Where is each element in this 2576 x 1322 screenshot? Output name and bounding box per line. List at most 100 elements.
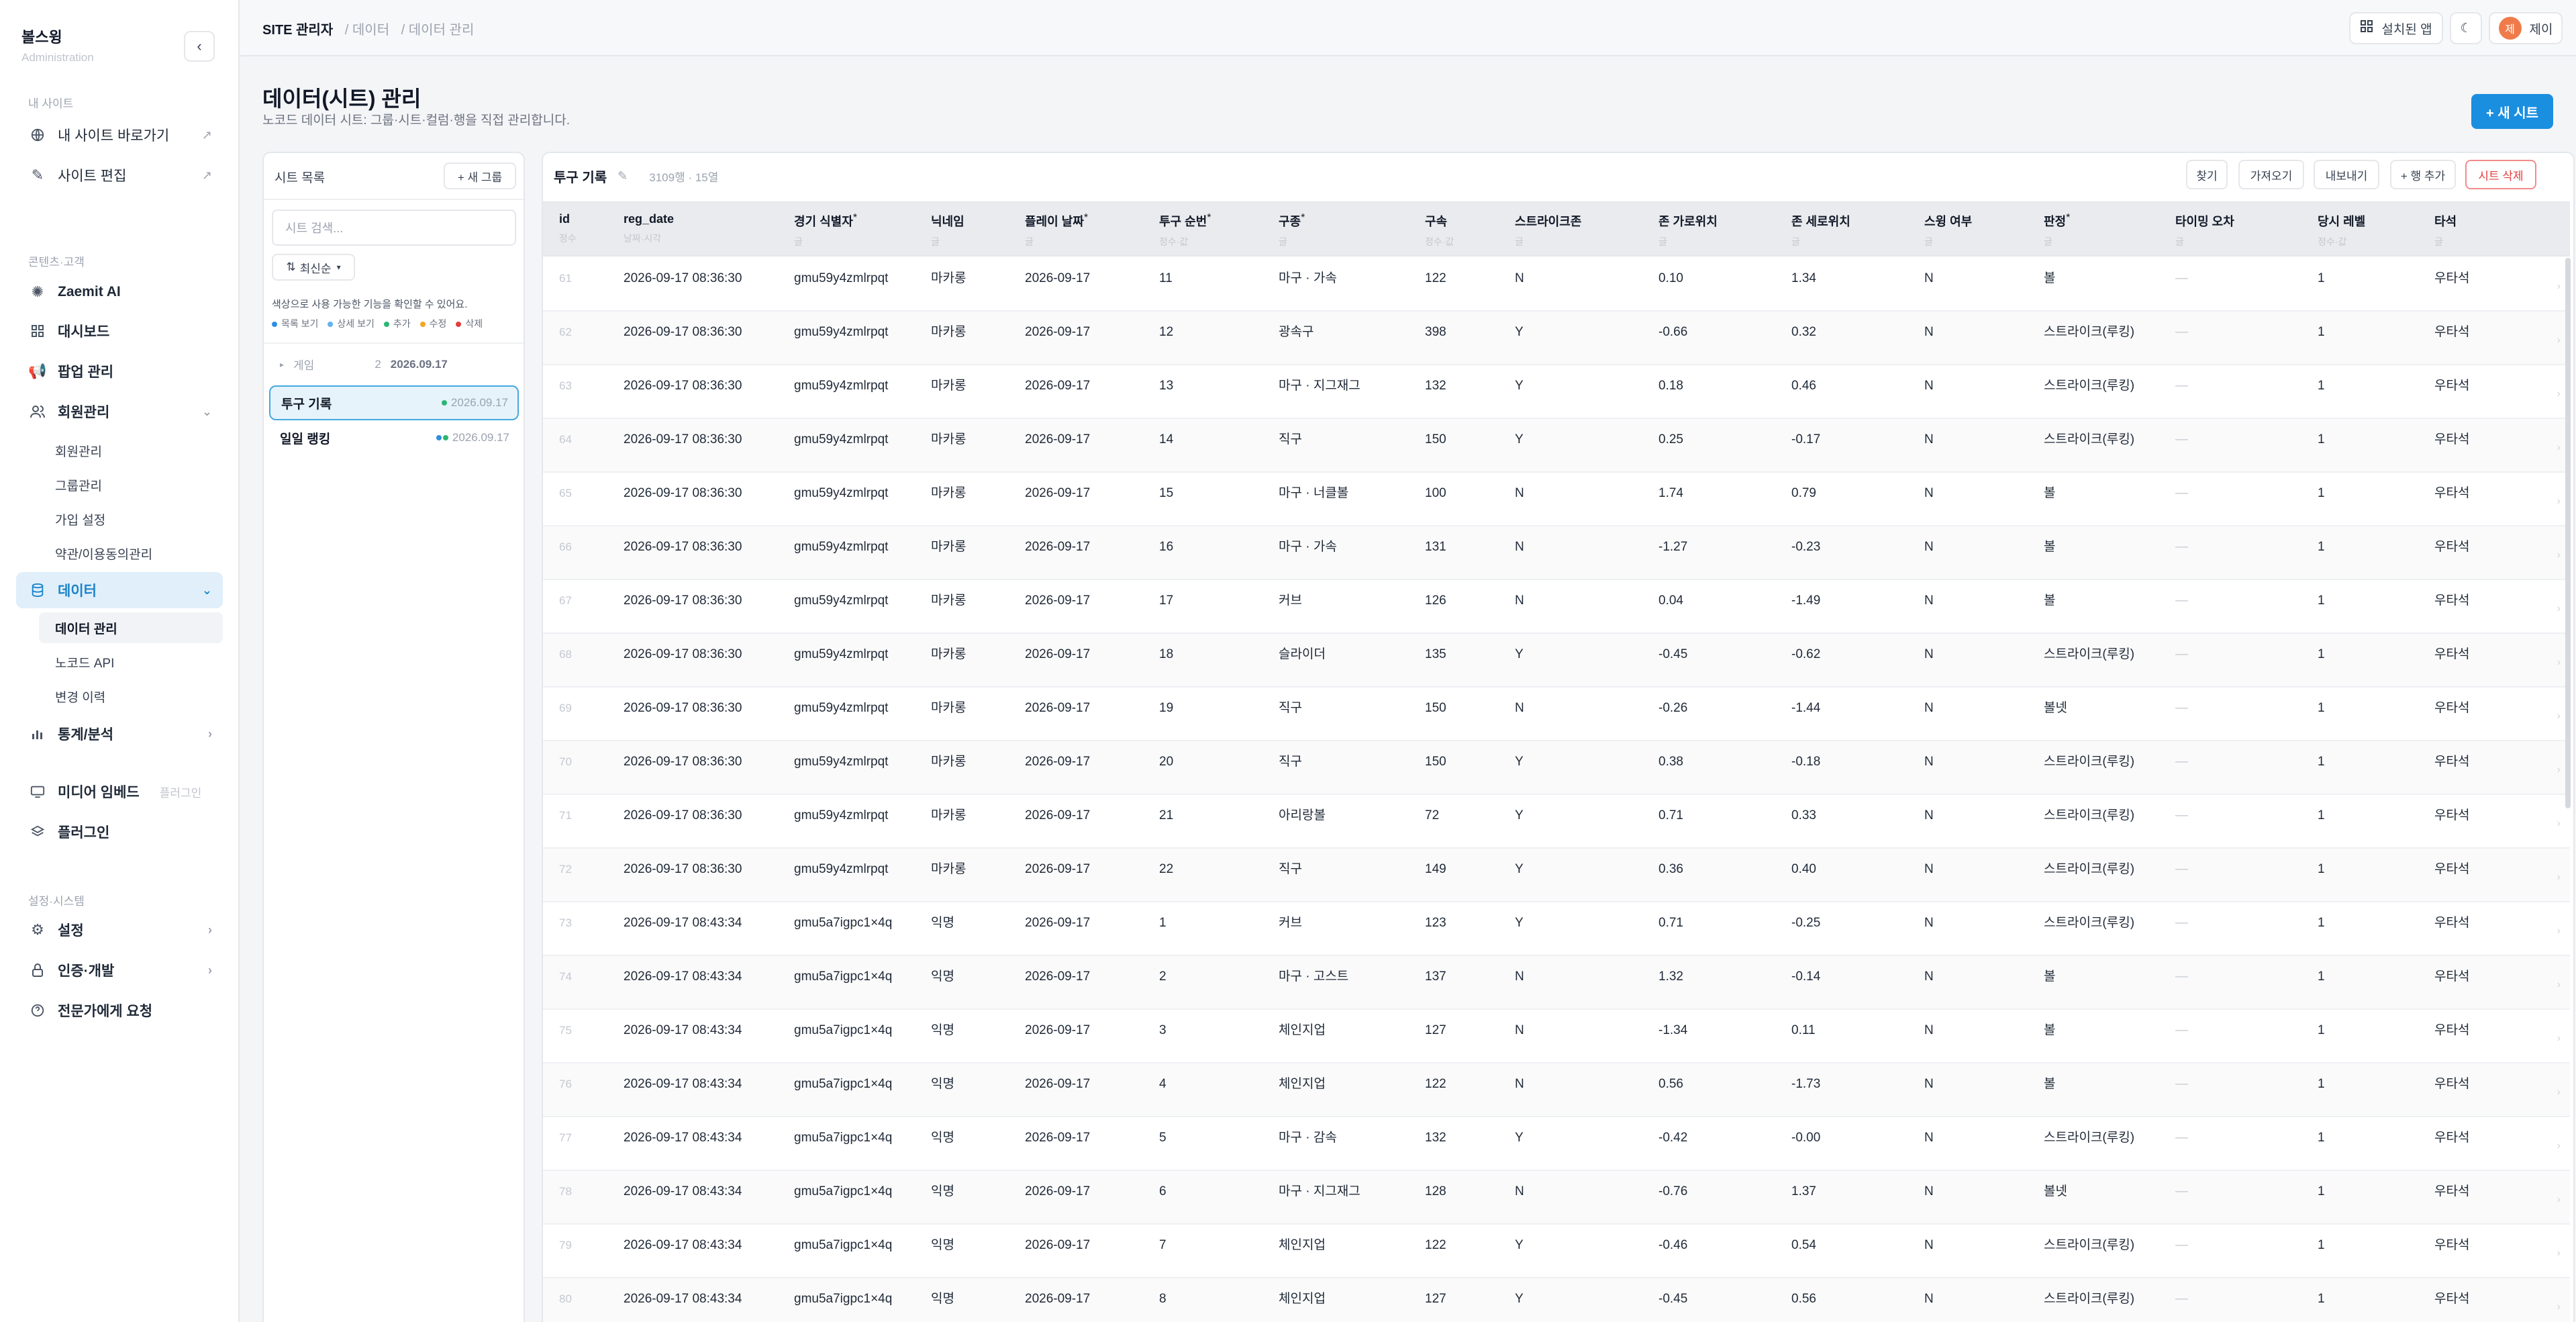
table-cell[interactable]: N (1924, 1289, 1934, 1309)
table-cell[interactable]: 1 (2318, 1074, 2325, 1094)
table-cell[interactable]: 2026-09-17 (1025, 1021, 1090, 1041)
table-cell[interactable]: 398 (1425, 322, 1446, 342)
table-cell[interactable]: 122 (1425, 269, 1446, 289)
table-cell[interactable]: 132 (1425, 1128, 1446, 1148)
table-cell[interactable]: -0.25 (1791, 913, 1820, 933)
table-cell[interactable]: -0.76 (1658, 1182, 1687, 1202)
table-cell[interactable]: 100 (1425, 483, 1446, 504)
table-cell[interactable]: — (2175, 859, 2188, 880)
nav-auth-dev[interactable]: 인증·개발 › (16, 952, 223, 988)
table-cell[interactable]: 2026-09-17 (1025, 859, 1090, 880)
table-cell[interactable]: N (1924, 322, 1934, 342)
breadcrumb-data[interactable]: / 데이터 (345, 23, 389, 38)
table-cell[interactable]: 0.56 (1791, 1289, 1816, 1309)
table-cell[interactable]: 익명 (931, 967, 954, 987)
nav-popup[interactable]: 📢 팝업 관리 (16, 353, 223, 389)
table-cell[interactable]: 마카롱 (931, 322, 966, 342)
table-cell[interactable]: 73 (559, 913, 572, 933)
table-row[interactable]: 62 2026-09-17 08:36:30 gmu59y4zmlrpqt 마카롱 20… (543, 312, 2570, 365)
table-cell[interactable]: 2026-09-17 (1025, 483, 1090, 504)
edit-icon[interactable]: ✎ (617, 169, 628, 183)
table-cell[interactable]: 직구 (1279, 698, 1302, 718)
table-cell[interactable]: 2026-09-17 08:43:34 (624, 967, 742, 987)
table-cell[interactable]: 직구 (1279, 859, 1302, 880)
table-cell[interactable]: 17 (1159, 591, 1173, 611)
table-cell[interactable]: 볼 (2044, 591, 2055, 611)
table-cell[interactable]: 0.56 (1658, 1074, 1683, 1094)
table-cell[interactable]: gmu5a7igpc1×4q (794, 1235, 901, 1256)
table-cell[interactable]: N (1515, 591, 1524, 611)
table-cell[interactable]: 2026-09-17 08:36:30 (624, 376, 742, 396)
table-cell[interactable]: 1.74 (1658, 483, 1683, 504)
table-cell[interactable]: 0.71 (1658, 806, 1683, 826)
table-cell[interactable]: 79 (559, 1235, 572, 1256)
table-cell[interactable]: N (1924, 913, 1934, 933)
table-cell[interactable]: 익명 (931, 1021, 954, 1041)
table-cell[interactable]: gmu5a7igpc1×4q (794, 913, 901, 933)
column-header[interactable]: 경기 식별자 * 글 (794, 212, 857, 248)
table-cell[interactable]: 우타석 (2434, 806, 2469, 826)
sheet-search-input[interactable]: 시트 검색... (272, 209, 516, 246)
nav-members[interactable]: 회원관리 ⌄ (16, 393, 223, 430)
table-cell[interactable]: N (1515, 698, 1524, 718)
table-cell[interactable]: gmu5a7igpc1×4q (794, 1021, 901, 1041)
table-cell[interactable]: 우타석 (2434, 1235, 2469, 1256)
table-cell[interactable]: 1 (2318, 913, 2325, 933)
nav-media-embed[interactable]: 미디어 임베드 플러그인 (16, 773, 223, 810)
table-cell[interactable]: 127 (1425, 1021, 1446, 1041)
table-cell[interactable]: 마카롱 (931, 752, 966, 772)
table-cell[interactable]: gmu59y4zmlrpqt (794, 537, 901, 557)
table-cell[interactable]: 2026-09-17 08:36:30 (624, 645, 742, 665)
table-cell[interactable]: 볼 (2044, 269, 2055, 289)
table-cell[interactable]: 스트라이크(루킹) (2044, 322, 2134, 342)
table-row[interactable]: 72 2026-09-17 08:36:30 gmu59y4zmlrpqt 마카롱 20… (543, 849, 2570, 902)
table-cell[interactable]: 2026-09-17 (1025, 913, 1090, 933)
table-cell[interactable]: 2026-09-17 (1025, 1235, 1090, 1256)
column-header[interactable]: 플레이 날짜 * 글 (1025, 212, 1088, 248)
table-cell[interactable]: 135 (1425, 645, 1446, 665)
table-cell[interactable]: 0.38 (1658, 752, 1683, 772)
table-row[interactable]: 64 2026-09-17 08:36:30 gmu59y4zmlrpqt 마카롱 20… (543, 419, 2570, 473)
table-cell[interactable]: 1 (2318, 1182, 2325, 1202)
table-cell[interactable]: 5 (1159, 1128, 1167, 1148)
table-cell[interactable]: 64 (559, 430, 572, 450)
table-cell[interactable]: 2026-09-17 (1025, 1182, 1090, 1202)
sub-members[interactable]: 회원관리 (39, 435, 223, 466)
table-cell[interactable]: — (2175, 591, 2188, 611)
table-cell[interactable]: 우타석 (2434, 430, 2469, 450)
table-cell[interactable]: 익명 (931, 1074, 954, 1094)
table-cell[interactable]: 80 (559, 1289, 572, 1309)
table-cell[interactable]: 2026-09-17 08:43:34 (624, 1235, 742, 1256)
table-cell[interactable]: 마구 · 지그재그 (1279, 376, 1360, 396)
table-cell[interactable]: 76 (559, 1074, 572, 1094)
column-header[interactable]: 투구 순번 * 정수·값 (1159, 212, 1211, 248)
table-cell[interactable]: — (2175, 1021, 2188, 1041)
table-cell[interactable]: 12 (1159, 322, 1173, 342)
table-row[interactable]: 67 2026-09-17 08:36:30 gmu59y4zmlrpqt 마카롱 20… (543, 580, 2570, 634)
table-cell[interactable]: 1 (2318, 698, 2325, 718)
table-cell[interactable]: 131 (1425, 537, 1446, 557)
table-cell[interactable]: — (2175, 698, 2188, 718)
table-cell[interactable]: 2026-09-17 (1025, 1074, 1090, 1094)
table-cell[interactable]: 아리랑볼 (1279, 806, 1326, 826)
table-cell[interactable]: 우타석 (2434, 269, 2469, 289)
table-cell[interactable]: 1.37 (1791, 1182, 1816, 1202)
table-cell[interactable]: 2026-09-17 08:36:30 (624, 698, 742, 718)
table-cell[interactable]: -1.73 (1791, 1074, 1820, 1094)
table-cell[interactable]: 우타석 (2434, 483, 2469, 504)
table-cell[interactable]: 마구 · 지그재그 (1279, 1182, 1360, 1202)
table-cell[interactable]: Y (1515, 1289, 1524, 1309)
table-cell[interactable]: gmu59y4zmlrpqt (794, 698, 901, 718)
table-cell[interactable]: 0.79 (1791, 483, 1816, 504)
table-cell[interactable]: 볼 (2044, 1021, 2055, 1041)
table-cell[interactable]: 19 (1159, 698, 1173, 718)
table-cell[interactable]: 1.34 (1791, 269, 1816, 289)
table-cell[interactable]: -1.44 (1791, 698, 1820, 718)
table-cell[interactable]: 1 (2318, 859, 2325, 880)
table-cell[interactable]: 78 (559, 1182, 572, 1202)
table-cell[interactable]: 0.18 (1658, 376, 1683, 396)
sub-nocode-api[interactable]: 노코드 API (39, 647, 223, 677)
table-cell[interactable]: 68 (559, 645, 572, 665)
delete-sheet-button[interactable]: 시트 삭제 (2465, 160, 2536, 189)
table-cell[interactable]: 볼 (2044, 537, 2055, 557)
